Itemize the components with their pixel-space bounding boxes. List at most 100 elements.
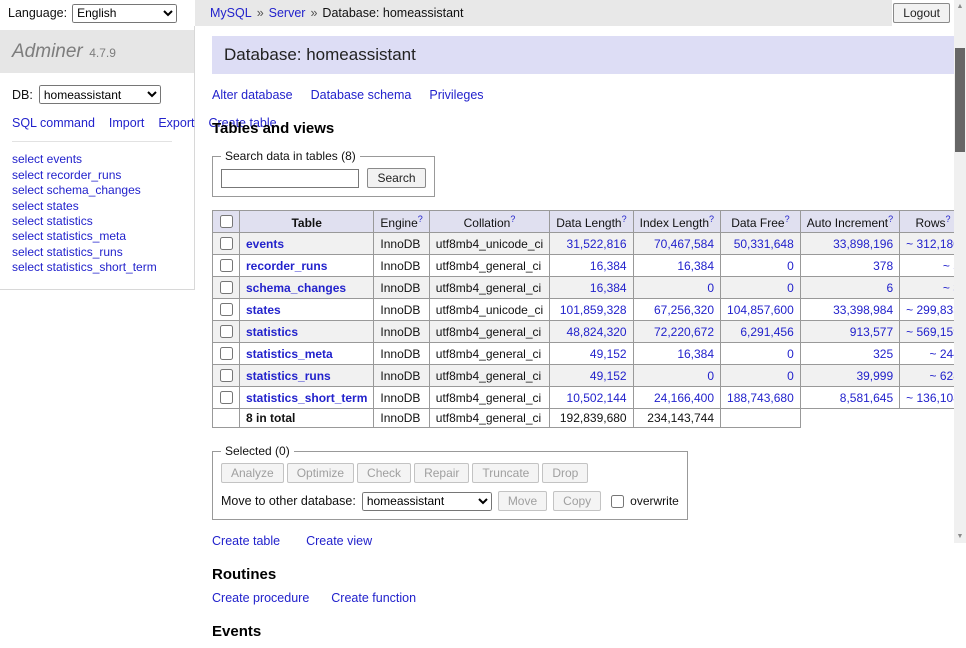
data-free-link[interactable]: 0	[787, 347, 794, 361]
selected-action-button[interactable]: Drop	[542, 463, 588, 483]
table-name-link[interactable]: events	[246, 237, 284, 251]
rows-count-link[interactable]: ~ 136,108	[906, 391, 960, 405]
create-link[interactable]: Create table	[212, 534, 280, 548]
sidebar-table-link[interactable]: select statistics_meta	[12, 229, 126, 243]
data-free-link[interactable]: 0	[787, 369, 794, 383]
row-checkbox[interactable]	[220, 391, 233, 404]
column-help-link[interactable]: ?	[622, 214, 627, 224]
sidebar-table-link[interactable]: select schema_changes	[12, 183, 141, 197]
column-help-link[interactable]: ?	[418, 214, 423, 224]
column-help-link[interactable]: ?	[888, 214, 893, 224]
index-length-link[interactable]: 0	[707, 369, 714, 383]
rows-count-link[interactable]: ~ 569,159	[906, 325, 960, 339]
sidebar-table-link[interactable]: select statistics	[12, 214, 93, 228]
create-link[interactable]: Create view	[306, 534, 372, 548]
move-database-select[interactable]: homeassistant	[362, 492, 492, 511]
table-name-link[interactable]: statistics	[246, 325, 298, 339]
table-name-link[interactable]: statistics_runs	[246, 369, 331, 383]
index-length-link[interactable]: 67,256,320	[654, 303, 714, 317]
data-free-link[interactable]: 188,743,680	[727, 391, 794, 405]
data-free-link[interactable]: 6,291,456	[740, 325, 793, 339]
scroll-down-icon[interactable]: ▼	[954, 530, 966, 543]
index-length-link[interactable]: 16,384	[677, 259, 714, 273]
routine-link[interactable]: Create function	[331, 591, 416, 605]
row-checkbox[interactable]	[220, 259, 233, 272]
database-action-link[interactable]: Privileges	[429, 88, 483, 102]
column-help-link[interactable]: ?	[946, 214, 951, 224]
row-checkbox[interactable]	[220, 369, 233, 382]
index-length-link[interactable]: 16,384	[677, 347, 714, 361]
column-help-link[interactable]: ?	[709, 214, 714, 224]
index-length-link[interactable]: 70,467,584	[654, 237, 714, 251]
search-button[interactable]: Search	[367, 168, 425, 188]
sidebar-table-link[interactable]: select statistics_runs	[12, 245, 123, 259]
sidebar-action-link[interactable]: Import	[109, 116, 144, 130]
sidebar-table-link[interactable]: select states	[12, 199, 79, 213]
sidebar-table-link[interactable]: select recorder_runs	[12, 168, 121, 182]
auto-increment-link[interactable]: 325	[873, 347, 893, 361]
app-name[interactable]: Adminer	[12, 41, 83, 62]
auto-increment-link[interactable]: 33,898,196	[833, 237, 893, 251]
selected-action-button[interactable]: Optimize	[287, 463, 354, 483]
table-name-link[interactable]: recorder_runs	[246, 259, 327, 273]
data-length-link[interactable]: 48,824,320	[567, 325, 627, 339]
data-free-link[interactable]: 104,857,600	[727, 303, 794, 317]
data-length-link[interactable]: 101,859,328	[560, 303, 627, 317]
breadcrumb-link-server[interactable]: Server	[269, 6, 306, 20]
scrollbar[interactable]: ▲ ▼	[954, 0, 966, 543]
data-length-link[interactable]: 10,502,144	[567, 391, 627, 405]
selected-action-button[interactable]: Analyze	[221, 463, 284, 483]
selected-action-button[interactable]: Repair	[414, 463, 469, 483]
rows-count-link[interactable]: ~ 299,833	[906, 303, 960, 317]
column-help-link[interactable]: ?	[785, 214, 790, 224]
rows-count-link[interactable]: ~ 312,180	[906, 237, 960, 251]
database-action-link[interactable]: Database schema	[311, 88, 412, 102]
auto-increment-link[interactable]: 39,999	[856, 369, 893, 383]
selected-action-button[interactable]: Truncate	[472, 463, 539, 483]
selected-action-button[interactable]: Check	[357, 463, 411, 483]
row-checkbox[interactable]	[220, 281, 233, 294]
index-length-link[interactable]: 0	[707, 281, 714, 295]
select-all-checkbox[interactable]	[220, 215, 233, 228]
auto-increment-link[interactable]: 913,577	[850, 325, 893, 339]
sidebar-table-link[interactable]: select events	[12, 152, 82, 166]
table-name-link[interactable]: schema_changes	[246, 281, 346, 295]
data-free-link[interactable]: 50,331,648	[734, 237, 794, 251]
auto-increment-link[interactable]: 33,398,984	[833, 303, 893, 317]
scrollbar-thumb[interactable]	[955, 48, 965, 152]
index-length-link[interactable]: 24,166,400	[654, 391, 714, 405]
move-button[interactable]: Move	[498, 491, 547, 511]
data-length-link[interactable]: 49,152	[590, 369, 627, 383]
table-name-link[interactable]: states	[246, 303, 281, 317]
data-length-link[interactable]: 16,384	[590, 259, 627, 273]
scroll-up-icon[interactable]: ▲	[954, 0, 966, 13]
sidebar-action-link[interactable]: SQL command	[12, 116, 95, 130]
data-free-link[interactable]: 0	[787, 259, 794, 273]
data-length-link[interactable]: 31,522,816	[567, 237, 627, 251]
data-length-link[interactable]: 16,384	[590, 281, 627, 295]
row-checkbox[interactable]	[220, 303, 233, 316]
data-free-link[interactable]: 0	[787, 281, 794, 295]
logout-button[interactable]: Logout	[893, 3, 950, 23]
sidebar-action-link[interactable]: Export	[158, 116, 194, 130]
sidebar-table-link[interactable]: select statistics_short_term	[12, 260, 157, 274]
breadcrumb-link-mysql[interactable]: MySQL	[210, 6, 252, 20]
routine-link[interactable]: Create procedure	[212, 591, 309, 605]
auto-increment-link[interactable]: 378	[873, 259, 893, 273]
table-name-link[interactable]: statistics_meta	[246, 347, 333, 361]
data-length-link[interactable]: 49,152	[590, 347, 627, 361]
row-checkbox[interactable]	[220, 325, 233, 338]
index-length-link[interactable]: 72,220,672	[654, 325, 714, 339]
row-checkbox[interactable]	[220, 237, 233, 250]
overwrite-checkbox[interactable]	[611, 495, 624, 508]
copy-button[interactable]: Copy	[553, 491, 601, 511]
auto-increment-link[interactable]: 8,581,645	[840, 391, 893, 405]
db-select[interactable]: homeassistant	[39, 85, 161, 104]
auto-increment-link[interactable]: 6	[886, 281, 893, 295]
search-input[interactable]	[221, 169, 359, 188]
database-action-link[interactable]: Alter database	[212, 88, 293, 102]
table-name-link[interactable]: statistics_short_term	[246, 391, 367, 405]
column-help-link[interactable]: ?	[510, 214, 515, 224]
language-select[interactable]: English	[72, 4, 177, 23]
row-checkbox[interactable]	[220, 347, 233, 360]
